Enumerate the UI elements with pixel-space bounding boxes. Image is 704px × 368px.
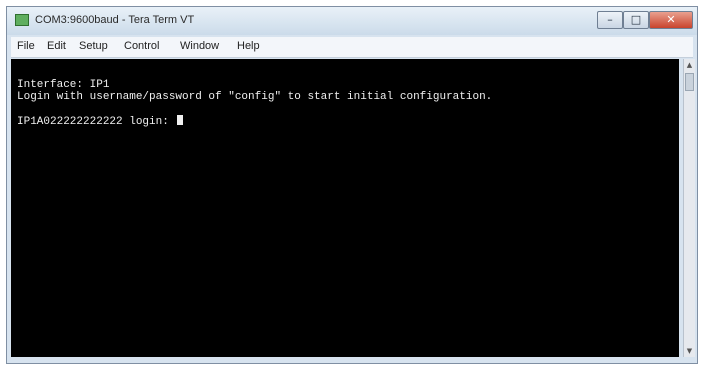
terminal-screen[interactable]: Interface: IP1 Login with username/passw… [11,59,679,357]
scroll-thumb[interactable] [685,73,694,91]
close-button[interactable]: ✕ [649,11,693,29]
scroll-down-arrow-icon[interactable]: ▼ [684,345,695,357]
vertical-scrollbar[interactable]: ▲ ▼ [683,59,695,357]
terminal-line-prompt: IP1A022222222222 login: [17,115,184,128]
window-title: COM3:9600baud - Tera Term VT [35,14,195,26]
menu-bar: File Edit Setup Control Window Help [11,37,693,58]
minimize-button[interactable]: – [597,11,623,29]
teraterm-app-icon [15,14,29,26]
terminal-line-login-hint: Login with username/password of "config"… [17,91,493,103]
login-prompt: IP1A022222222222 login: [17,116,176,128]
menu-help[interactable]: Help [237,40,260,52]
menu-file[interactable]: File [17,40,35,52]
terminal-window: COM3:9600baud - Tera Term VT – □ ✕ File … [6,6,698,364]
menu-control[interactable]: Control [124,40,159,52]
maximize-button[interactable]: □ [623,11,649,29]
title-bar[interactable]: COM3:9600baud - Tera Term VT – □ ✕ [7,7,697,35]
menu-edit[interactable]: Edit [47,40,66,52]
menu-window[interactable]: Window [180,40,219,52]
scroll-up-arrow-icon[interactable]: ▲ [684,59,695,71]
terminal-line-interface: Interface: IP1 [17,79,110,91]
text-cursor [177,115,184,125]
menu-setup[interactable]: Setup [79,40,108,52]
